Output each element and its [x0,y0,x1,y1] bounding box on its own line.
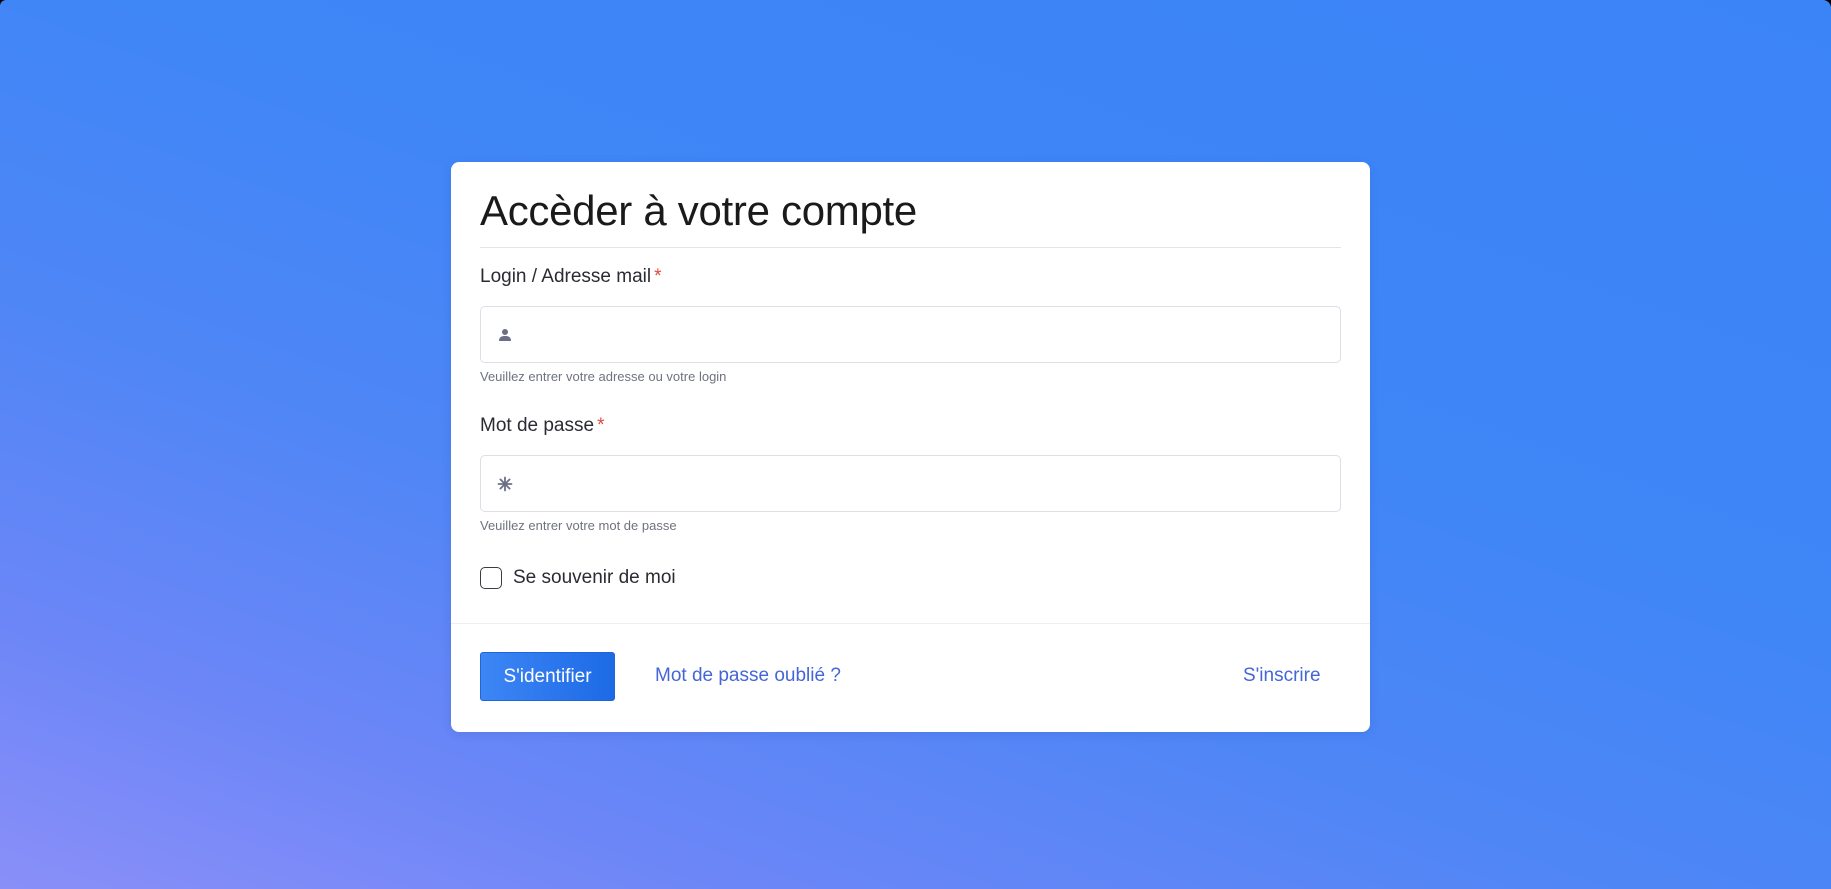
remember-me-row: Se souvenir de moi [480,567,676,589]
page-title: Accèder à votre compte [480,187,917,234]
register-link[interactable]: S'inscrire [1243,665,1321,687]
remember-me-label[interactable]: Se souvenir de moi [513,567,676,589]
login-help-text: Veuillez entrer votre adresse ou votre l… [480,369,727,384]
password-label-text: Mot de passe [480,415,595,436]
login-input-group [480,306,1341,364]
password-input[interactable] [529,456,1333,513]
required-mark: * [597,415,605,436]
forgot-password-link[interactable]: Mot de passe oublié ? [655,665,841,687]
login-label-text: Login / Adresse mail [480,266,652,287]
user-icon [495,325,515,345]
password-help-text: Veuillez entrer votre mot de passe [480,518,677,533]
login-field-label: Login / Adresse mail * [480,266,662,289]
remember-me-checkbox[interactable] [480,567,502,589]
password-field-label: Mot de passe * [480,415,604,438]
required-mark: * [654,266,662,287]
login-card: Accèder à votre compte Login / Adresse m… [451,162,1370,732]
page-background: Accèder à votre compte Login / Adresse m… [0,0,1831,889]
password-input-group [480,455,1341,513]
asterisk-icon [495,474,515,494]
sign-in-button[interactable]: S'identifier [480,652,615,701]
title-divider [480,247,1341,248]
login-input[interactable] [529,307,1333,364]
footer-divider [451,623,1370,624]
